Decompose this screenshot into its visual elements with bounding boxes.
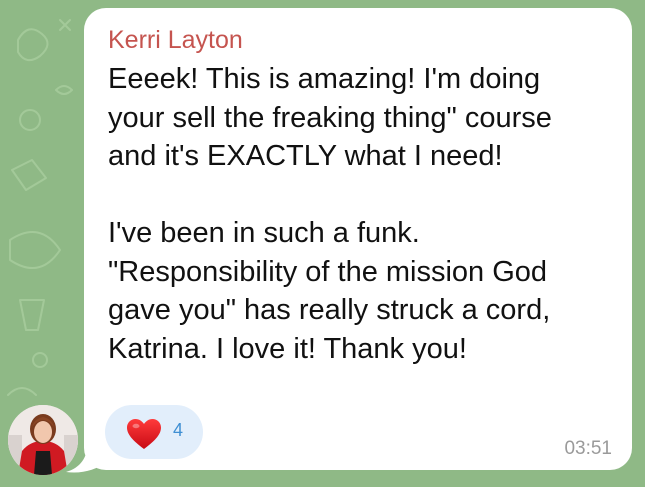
sender-name[interactable]: Kerri Layton	[108, 26, 243, 55]
message-line: gave you" has really struck a cord,	[108, 294, 551, 326]
message-line: and it's EXACTLY what I need!	[108, 140, 503, 172]
message-line: I've been in such a funk.	[108, 217, 420, 249]
avatar-photo	[8, 405, 78, 475]
message-line: Katrina. I love it! Thank you!	[108, 332, 467, 365]
heart-icon	[127, 419, 161, 449]
message-line: your sell the freaking thing" course	[108, 101, 552, 134]
message-line: Eeeek! This is amazing! I'm doing	[108, 63, 541, 95]
reaction-button[interactable]: 4	[105, 405, 203, 459]
message-timestamp: 03:51	[564, 438, 612, 459]
message-text: Eeeek! This is amazing! I'm doing your s…	[108, 60, 623, 368]
avatar[interactable]	[8, 405, 78, 475]
message-bubble[interactable]: Kerri Layton Eeeek! This is amazing! I'm…	[84, 8, 632, 470]
reaction-count: 4	[173, 420, 184, 440]
message-line: "Responsibility of the mission God	[108, 255, 548, 288]
